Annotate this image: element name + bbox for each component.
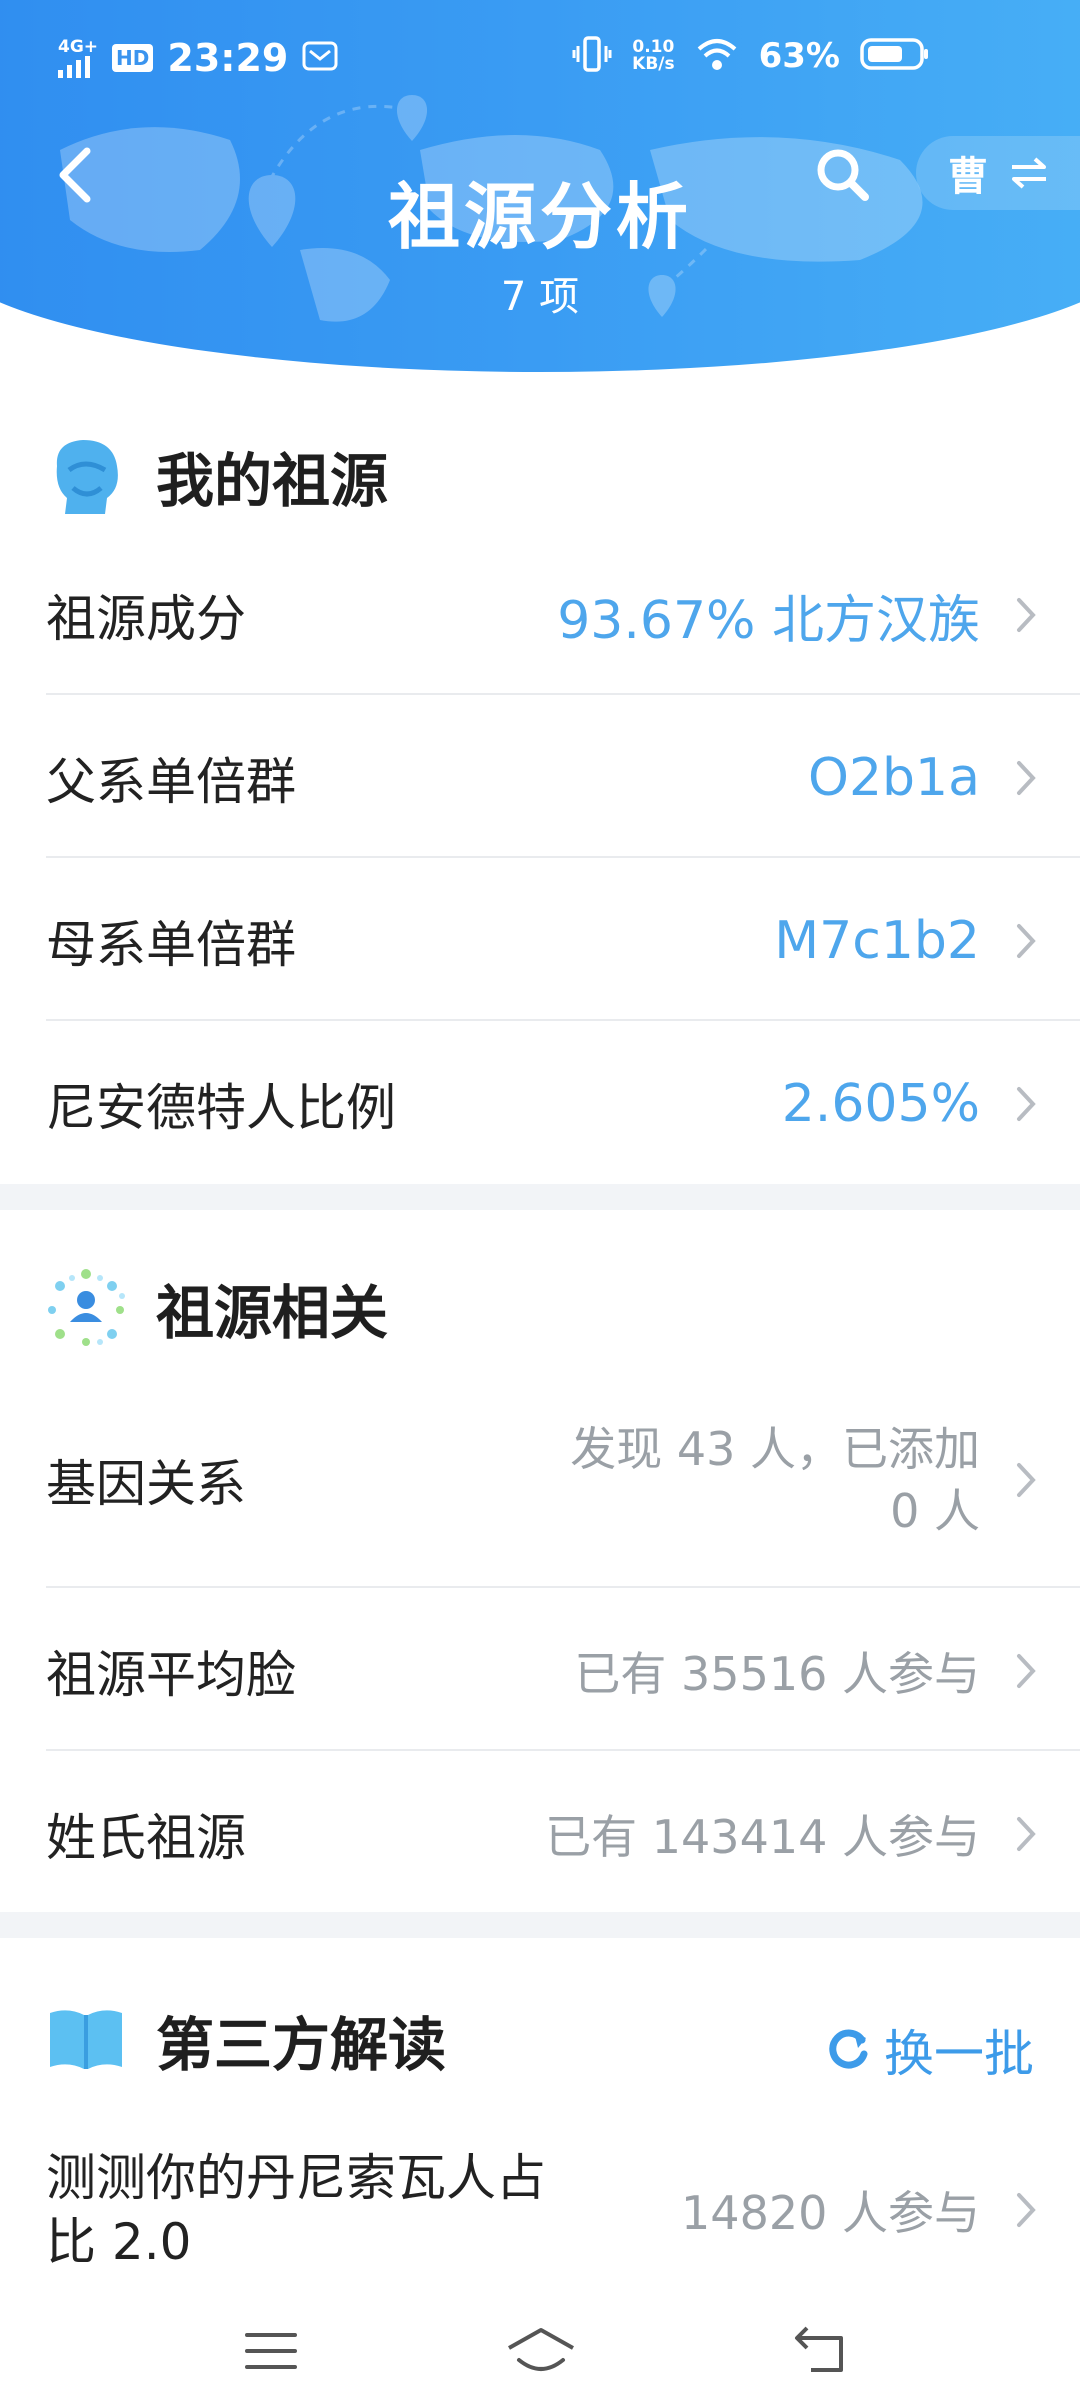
- network-people-icon: [46, 1268, 126, 1348]
- chevron-right-icon: [996, 585, 1056, 645]
- refresh-batch-button[interactable]: 换一批: [826, 2014, 1034, 2086]
- row-denisovan-quiz[interactable]: 测测你的丹尼索瓦人占 比 2.0 14820 人参与: [46, 2140, 1080, 2280]
- section-header-my-ancestry: 我的祖源: [46, 434, 388, 518]
- mail-icon: [302, 41, 338, 75]
- nav-home-button[interactable]: [496, 2316, 586, 2386]
- status-bar: 4G+ HD 23:29 0.10 KB/s 63%: [0, 0, 1080, 120]
- book-icon: [46, 2000, 126, 2080]
- row-label: 尼安德特人比例: [46, 1079, 396, 1137]
- row-label: 祖源成分: [46, 590, 246, 648]
- system-nav-bar: [0, 2296, 1080, 2408]
- row-ancestral-average-face[interactable]: 祖源平均脸 已有 35516 人参与: [46, 1626, 1080, 1716]
- row-label: 父系单倍群: [46, 753, 296, 811]
- row-surname-origin[interactable]: 姓氏祖源 已有 143414 人参与: [46, 1789, 1080, 1879]
- menu-icon: [245, 2333, 297, 2369]
- section-title: 我的祖源: [156, 447, 389, 515]
- back-nav-icon: [795, 2326, 843, 2372]
- row-value: M7c1b2: [774, 911, 980, 971]
- row-value: 93.67% 北方汉族: [557, 590, 980, 651]
- chevron-right-icon: [996, 1804, 1056, 1864]
- swap-icon: [1012, 157, 1046, 189]
- row-neanderthal-ratio[interactable]: 尼安德特人比例 2.605%: [46, 1059, 1080, 1149]
- row-label: 姓氏祖源: [46, 1809, 246, 1867]
- section-header-third-party: 第三方解读: [46, 1998, 446, 2082]
- signal-icon: 4G+: [58, 36, 99, 78]
- row-maternal-haplogroup[interactable]: 母系单倍群 M7c1b2: [46, 896, 1080, 986]
- search-icon: [817, 149, 869, 201]
- battery-percent: 63%: [758, 36, 840, 76]
- home-icon: [508, 2328, 574, 2371]
- chevron-right-icon: [996, 1641, 1056, 1701]
- chevron-right-icon: [996, 1450, 1056, 1510]
- chevron-right-icon: [996, 2180, 1056, 2240]
- surname-switch-button[interactable]: 曹: [916, 136, 1080, 210]
- row-value: 14820 人参与: [681, 2186, 980, 2240]
- row-label: 测测你的丹尼索瓦人占 比 2.0: [46, 2149, 546, 2271]
- row-value: 2.605%: [781, 1074, 980, 1134]
- wifi-icon: [695, 37, 739, 75]
- chevron-right-icon: [996, 1074, 1056, 1134]
- row-value: 已有 143414 人参与: [545, 1810, 980, 1864]
- section-title: 第三方解读: [156, 2011, 447, 2079]
- nav-back-button[interactable]: [776, 2316, 866, 2386]
- hd-badge: HD: [112, 44, 154, 72]
- row-ancestry-composition[interactable]: 祖源成分 93.67% 北方汉族: [46, 570, 1080, 660]
- section-title: 祖源相关: [156, 1279, 389, 1347]
- row-label: 母系单倍群: [46, 916, 296, 974]
- row-value: 发现 43 人，已添加 0 人: [570, 1422, 980, 1538]
- row-label: 基因关系: [46, 1455, 246, 1513]
- chevron-right-icon: [996, 748, 1056, 808]
- section-divider: [0, 1912, 1080, 1938]
- row-label: 祖源平均脸: [46, 1646, 296, 1704]
- row-gene-relations[interactable]: 基因关系 发现 43 人，已添加 0 人: [46, 1410, 1080, 1550]
- row-divider: [46, 856, 1080, 858]
- network-type: 4G+: [58, 36, 99, 57]
- row-divider: [46, 1586, 1080, 1588]
- row-value: 已有 35516 人参与: [574, 1647, 980, 1701]
- battery-icon: [860, 38, 930, 74]
- header: 4G+ HD 23:29 0.10 KB/s 63% 祖源分析 7 项 曹: [0, 0, 1080, 380]
- ancestor-face-icon: [46, 436, 126, 516]
- refresh-icon: [829, 2029, 868, 2069]
- status-time: 23:29: [167, 36, 289, 80]
- row-paternal-haplogroup[interactable]: 父系单倍群 O2b1a: [46, 733, 1080, 823]
- surname-label: 曹: [948, 154, 988, 200]
- section-divider: [0, 1184, 1080, 1210]
- row-divider: [46, 1019, 1080, 1021]
- row-divider: [46, 693, 1080, 695]
- row-value: O2b1a: [808, 748, 980, 808]
- net-speed: 0.10 KB/s: [632, 37, 675, 74]
- page-subtitle: 7 项: [500, 274, 580, 320]
- search-button[interactable]: [808, 140, 878, 210]
- vibrate-icon: [572, 36, 612, 76]
- row-divider: [46, 1749, 1080, 1751]
- chevron-right-icon: [996, 911, 1056, 971]
- nav-menu-button[interactable]: [226, 2316, 316, 2386]
- refresh-label: 换一批: [884, 2025, 1034, 2083]
- section-header-related: 祖源相关: [46, 1266, 388, 1350]
